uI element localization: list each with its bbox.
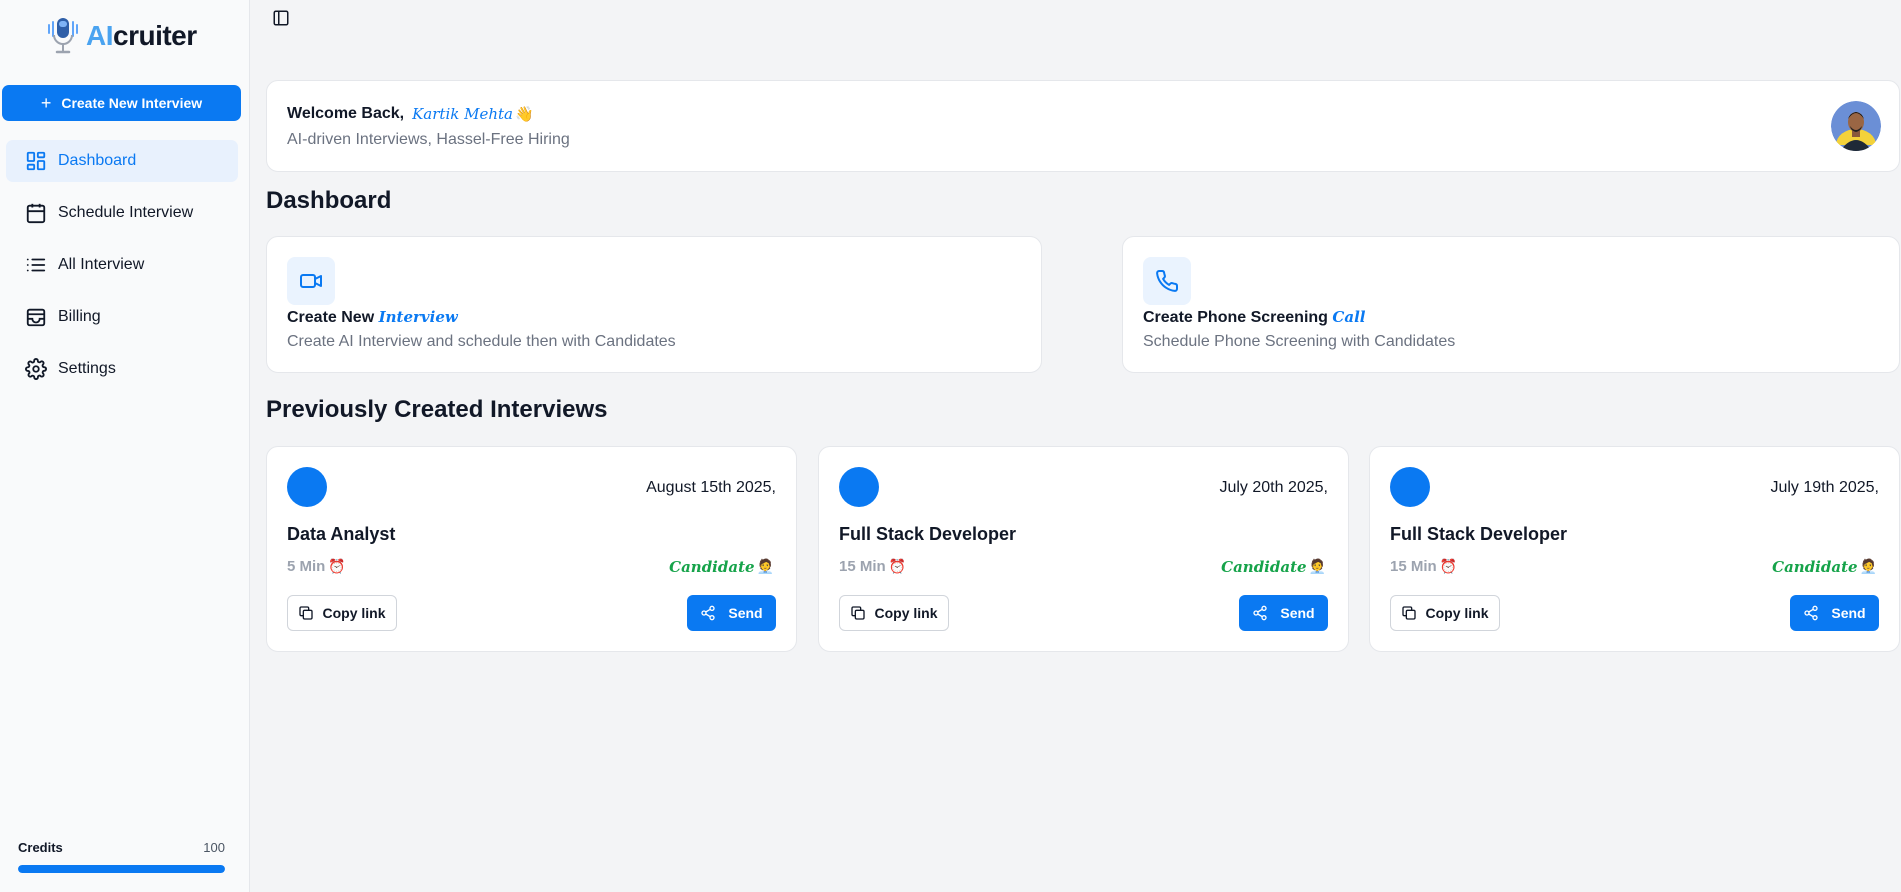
credits-label: Credits [18, 840, 63, 855]
interview-avatar-dot [287, 467, 327, 507]
sidebar: AIcruiter + Create New Interview Dashboa… [0, 0, 250, 892]
interview-duration: 5 Min ⏰ [287, 558, 346, 575]
person-icon: 🧑‍💼 [1859, 559, 1877, 575]
dashboard-title: Dashboard [266, 187, 392, 214]
interview-duration: 15 Min ⏰ [839, 558, 907, 575]
create-new-interview-button[interactable]: + Create New Interview [2, 85, 241, 121]
sidebar-item-settings[interactable]: Settings [6, 348, 238, 390]
sidebar-item-label: All Interview [58, 256, 145, 273]
send-button[interactable]: Send [687, 595, 776, 631]
create-button-label: Create New Interview [61, 95, 203, 111]
candidate-label: Candidate 🧑‍💼 [669, 558, 774, 576]
calendar-icon [26, 203, 46, 224]
welcome-subtitle: AI-driven Interviews, Hassel-Free Hiring [287, 131, 570, 148]
interview-duration: 15 Min ⏰ [1390, 558, 1458, 575]
phone-icon [1156, 269, 1179, 292]
wave-emoji: 👋 [514, 106, 534, 123]
sidebar-item-billing[interactable]: Billing [6, 296, 238, 338]
phone-icon-wrapper [1143, 257, 1191, 305]
sidebar-item-all-interview[interactable]: All Interview [6, 244, 238, 286]
phone-screening-title: Create Phone Screening Call [1143, 308, 1366, 326]
plus-icon: + [40, 93, 52, 113]
wallet-icon [26, 308, 46, 327]
candidate-label: Candidate 🧑‍💼 [1221, 558, 1326, 576]
alarm-clock-icon: ⏰ [888, 558, 907, 574]
share-icon [701, 605, 716, 621]
gear-icon [25, 358, 47, 380]
interview-role: Data Analyst [287, 524, 396, 544]
copy-icon [299, 606, 314, 620]
credits-value: 100 [203, 840, 225, 855]
alarm-clock-icon: ⏰ [328, 558, 346, 574]
sidebar-item-dashboard[interactable]: Dashboard [6, 140, 238, 182]
person-icon: 🧑‍💼 [1308, 559, 1326, 575]
interview-date: July 19th 2025, [1770, 479, 1879, 496]
interview-avatar-dot [839, 467, 879, 507]
person-icon: 🧑‍💼 [756, 559, 774, 575]
app-logo[interactable]: AIcruiter [46, 16, 197, 56]
sidebar-item-label: Settings [58, 360, 116, 377]
user-name: Kartik Mehta [412, 105, 513, 123]
sidebar-toggle-icon[interactable] [272, 9, 290, 27]
logo-text: AIcruiter [86, 20, 197, 51]
sidebar-nav: Dashboard Schedule Interview All Intervi… [6, 140, 238, 400]
video-icon-wrapper [287, 257, 335, 305]
dashboard-icon [26, 151, 46, 171]
interview-date: July 20th 2025, [1219, 479, 1328, 496]
microphone-icon [48, 18, 78, 54]
copy-link-button[interactable]: Copy link [1390, 595, 1500, 631]
sidebar-item-label: Billing [58, 308, 101, 325]
list-icon [26, 258, 46, 272]
candidate-label: Candidate 🧑‍💼 [1772, 558, 1877, 576]
alarm-clock-icon: ⏰ [1439, 558, 1458, 574]
interview-card: July 20th 2025, Full Stack Developer 15 … [818, 446, 1349, 652]
credits-progress-fill [18, 865, 225, 873]
sidebar-item-label: Dashboard [58, 152, 137, 169]
sidebar-item-schedule-interview[interactable]: Schedule Interview [6, 192, 238, 234]
interview-card: July 19th 2025, Full Stack Developer 15 … [1369, 446, 1900, 652]
create-interview-desc: Create AI Interview and schedule then wi… [287, 333, 676, 350]
avatar[interactable] [1831, 101, 1881, 151]
send-button[interactable]: Send [1239, 595, 1328, 631]
create-interview-card[interactable]: Create New Interview Create AI Interview… [266, 236, 1042, 373]
sidebar-item-label: Schedule Interview [58, 204, 194, 221]
interview-role: Full Stack Developer [839, 524, 1017, 544]
copy-icon [851, 606, 866, 620]
credits-progress-bar [18, 865, 225, 873]
welcome-banner: Welcome Back, Kartik Mehta 👋 AI-driven In… [266, 80, 1900, 172]
video-icon [300, 274, 322, 288]
send-button[interactable]: Send [1790, 595, 1879, 631]
copy-icon [1402, 606, 1417, 620]
welcome-heading: Welcome Back, Kartik Mehta 👋 [287, 105, 534, 123]
share-icon [1804, 605, 1819, 621]
copy-link-button[interactable]: Copy link [287, 595, 397, 631]
copy-link-button[interactable]: Copy link [839, 595, 949, 631]
create-interview-title: Create New Interview [287, 308, 458, 326]
phone-screening-card[interactable]: Create Phone Screening Call Schedule Pho… [1122, 236, 1900, 373]
interview-date: August 15th 2025, [646, 479, 776, 496]
previous-interviews-title: Previously Created Interviews [266, 396, 608, 423]
welcome-greeting: Welcome Back, [287, 105, 405, 122]
interview-card: August 15th 2025, Data Analyst 5 Min ⏰ Ca… [266, 446, 797, 652]
credits-panel: Credits 100 [18, 840, 225, 873]
interview-avatar-dot [1390, 467, 1430, 507]
phone-screening-desc: Schedule Phone Screening with Candidates [1143, 333, 1456, 350]
interview-role: Full Stack Developer [1390, 524, 1568, 544]
share-icon [1253, 605, 1268, 621]
